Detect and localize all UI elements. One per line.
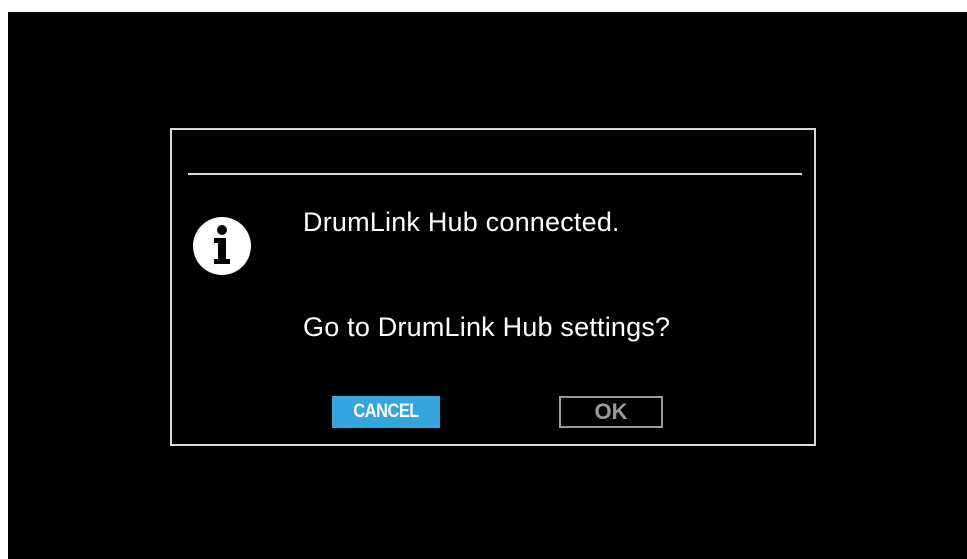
info-icon xyxy=(192,216,252,276)
dialog-message-status: DrumLink Hub connected. xyxy=(303,207,620,237)
dialog-message-question: Go to DrumLink Hub settings? xyxy=(303,312,671,342)
ok-button[interactable]: OK xyxy=(559,396,663,428)
confirm-dialog: DrumLink Hub connected. Go to DrumLink H… xyxy=(170,128,816,446)
cancel-button[interactable]: CANCEL xyxy=(332,396,440,428)
dialog-title-divider xyxy=(188,173,802,175)
cancel-button-label: CANCEL xyxy=(353,401,419,422)
ok-button-label: OK xyxy=(594,399,628,424)
device-screen: DrumLink Hub connected. Go to DrumLink H… xyxy=(8,12,967,559)
